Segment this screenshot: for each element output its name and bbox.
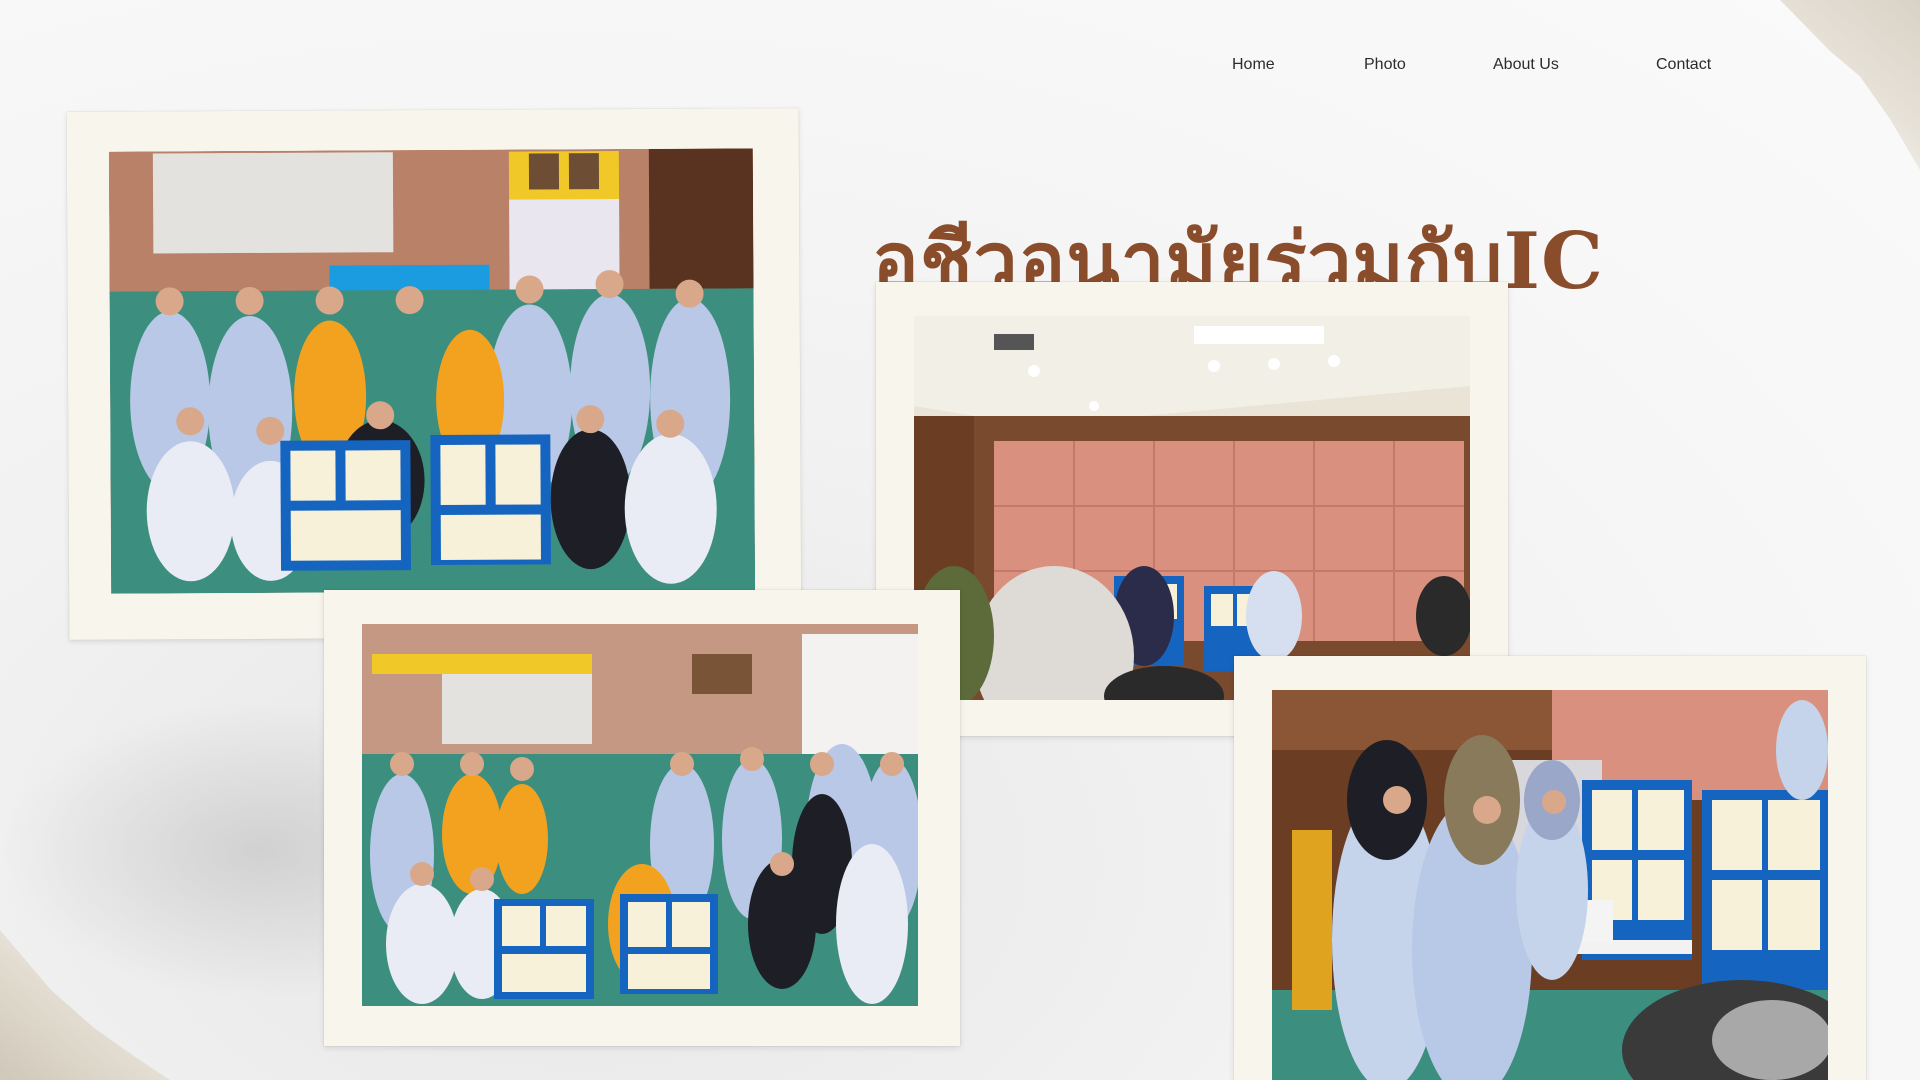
- torn-paper-corner: [1780, 0, 1920, 170]
- photo-frame: [1234, 656, 1866, 1080]
- photo-frame: [66, 108, 802, 640]
- nav-link-about-us[interactable]: About Us: [1493, 56, 1559, 74]
- demonstration-photo[interactable]: [1272, 690, 1828, 1080]
- top-navigation: Home Photo About Us Contact: [1200, 56, 1760, 80]
- group-photo[interactable]: [108, 148, 756, 594]
- group-photo[interactable]: [362, 624, 918, 1006]
- photo-frame: [324, 590, 960, 1046]
- meeting-room-photo[interactable]: [914, 316, 1470, 700]
- nav-link-home[interactable]: Home: [1232, 56, 1275, 74]
- nav-link-contact[interactable]: Contact: [1656, 56, 1711, 74]
- nav-link-photo[interactable]: Photo: [1364, 56, 1406, 74]
